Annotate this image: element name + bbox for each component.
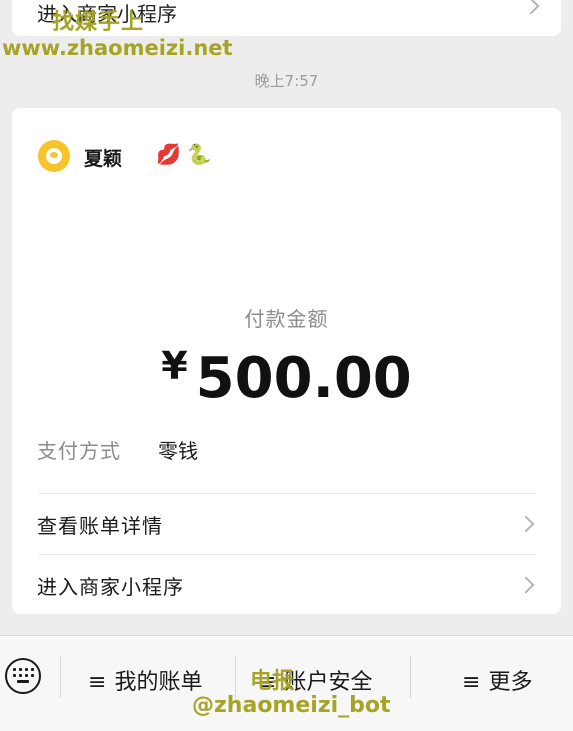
merchant-emoji: 💋🐍: [156, 142, 218, 166]
menu-lines-icon: ≡: [462, 670, 481, 695]
mini-program-label: 进入商家小程序: [37, 575, 184, 599]
chevron-right-icon: [522, 0, 540, 15]
merchant-name: 夏颖: [84, 148, 123, 170]
payment-amount: ¥500.00: [12, 344, 561, 411]
view-bill-details-link[interactable]: 查看账单详情: [37, 494, 536, 554]
menu-item-label: 我的账单: [114, 670, 203, 695]
separator: [235, 656, 236, 698]
amount-value: 500.00: [195, 346, 412, 411]
separator: [60, 656, 61, 698]
chevron-right-icon: [517, 576, 535, 594]
amount-label: 付款金额: [244, 307, 329, 331]
menu-item-more[interactable]: ≡ 更多: [462, 664, 532, 696]
payment-notification-card[interactable]: 夏颖 💋🐍 付款金额 ¥500.00 支付方式 零钱 查看账单详情 进入商家小程…: [12, 108, 561, 614]
chevron-right-icon: [517, 515, 535, 533]
watermark-url: www.zhaomeizi.net: [2, 36, 233, 60]
watermark-text: 找媒手上: [52, 10, 145, 35]
keyboard-icon[interactable]: [5, 658, 41, 694]
message-timestamp: 晚上7:57: [254, 72, 319, 90]
view-bill-details-label: 查看账单详情: [37, 514, 163, 538]
menu-item-label: 更多: [488, 670, 533, 695]
merchant-logo-icon: [38, 140, 70, 172]
watermark-handle: @zhaomeizi_bot: [192, 693, 391, 718]
currency-symbol: ¥: [161, 344, 188, 388]
pay-method-label: 支付方式: [37, 439, 121, 463]
pay-method-value: 零钱: [158, 439, 198, 463]
mini-program-link[interactable]: 进入商家小程序: [37, 555, 536, 615]
watermark-text: 电报: [250, 669, 295, 694]
menu-lines-icon: ≡: [88, 670, 107, 695]
menu-item-label: 账户安全: [284, 670, 373, 695]
separator: [410, 656, 411, 698]
menu-item-my-bill[interactable]: ≡ 我的账单: [88, 664, 202, 696]
